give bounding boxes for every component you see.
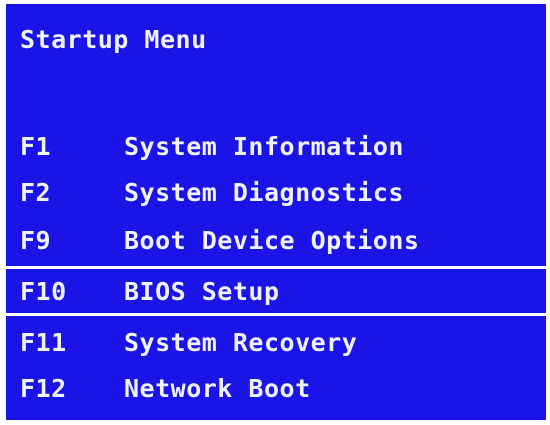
menu-item-label: System Recovery [124, 327, 358, 357]
menu-item-boot-device-options[interactable]: F9 Boot Device Options [6, 218, 546, 262]
menu-item-system-information[interactable]: F1 System Information [6, 124, 546, 168]
menu-item-key: F10 [20, 276, 67, 306]
menu-item-label: System Information [124, 131, 404, 161]
menu-item-key: F2 [20, 177, 52, 207]
menu-item-key: F1 [20, 131, 52, 161]
bios-screen: Startup Menu F1 System Information F2 Sy… [0, 0, 550, 425]
menu-item-label: Boot Device Options [124, 225, 420, 255]
menu-item-key: F11 [20, 327, 67, 357]
startup-menu-panel: Startup Menu F1 System Information F2 Sy… [6, 4, 546, 420]
menu-item-system-recovery[interactable]: F11 System Recovery [6, 320, 546, 364]
menu-item-label: BIOS Setup [124, 276, 280, 306]
menu-item-label: Network Boot [124, 373, 311, 403]
menu-title: Startup Menu [20, 25, 207, 54]
menu-item-network-boot[interactable]: F12 Network Boot [6, 366, 546, 410]
menu-item-bios-setup[interactable]: F10 BIOS Setup [6, 266, 546, 316]
menu-item-key: F9 [20, 225, 52, 255]
menu-item-key: F12 [20, 373, 67, 403]
menu-item-label: System Diagnostics [124, 177, 404, 207]
menu-item-system-diagnostics[interactable]: F2 System Diagnostics [6, 170, 546, 214]
